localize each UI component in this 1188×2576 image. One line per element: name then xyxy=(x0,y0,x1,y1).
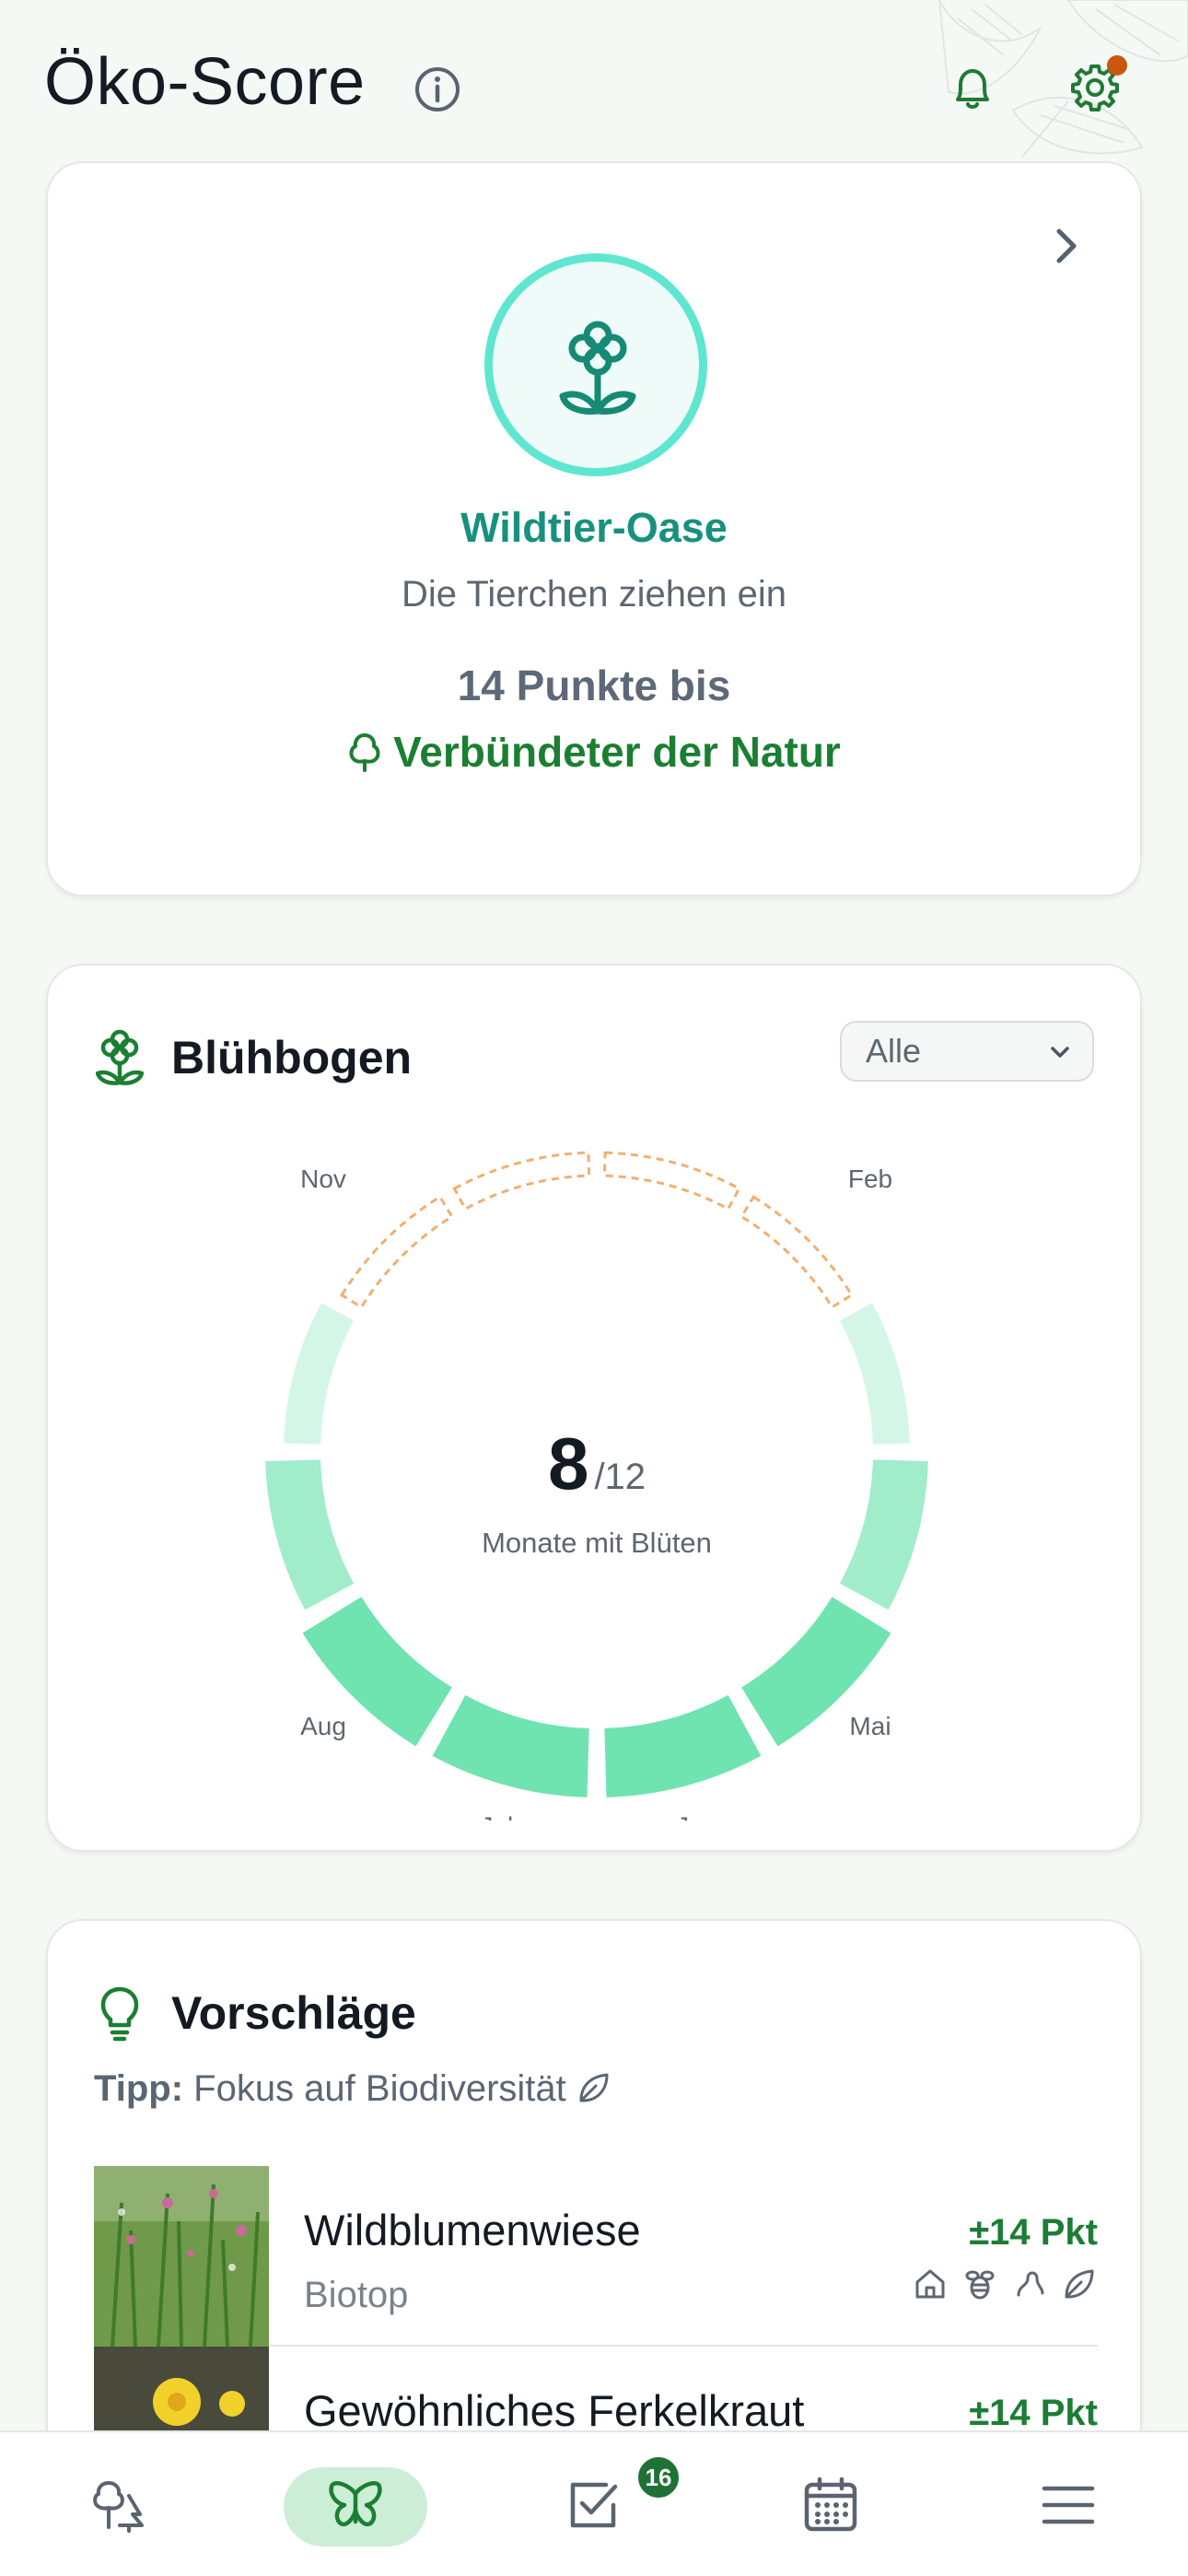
suggestion-name: Wildblumenwiese xyxy=(304,2206,641,2254)
bloom-segment-apr xyxy=(839,1459,928,1610)
flower-icon xyxy=(96,1029,144,1085)
bloom-month-label: Jul xyxy=(480,1812,513,1821)
nav-biodiversity[interactable] xyxy=(315,2465,396,2545)
bloom-filter-value: Alle xyxy=(866,1032,922,1070)
next-level-name: Verbündeter der Natur xyxy=(393,728,841,776)
flower-icon xyxy=(559,321,636,415)
bloom-segment-mär xyxy=(839,1303,910,1445)
suggestion-benefit-icons xyxy=(912,2266,1098,2302)
bloom-month-label: Feb xyxy=(848,1165,892,1193)
suggestions-header: Vorschläge xyxy=(96,1976,416,2050)
top-bar: Öko-Score xyxy=(0,0,1188,161)
level-description: Die Tierchen ziehen ein xyxy=(401,574,787,615)
nav-garden[interactable] xyxy=(77,2465,158,2545)
bloom-month-label: Jun xyxy=(676,1812,717,1821)
bloom-month-label: Nov xyxy=(300,1165,346,1193)
house-icon xyxy=(915,2269,945,2299)
bloom-filter-select[interactable]: Alle xyxy=(840,1021,1094,1082)
bloom-segment-sep xyxy=(265,1459,355,1610)
suggestion-points: ±14 Pkt xyxy=(969,2212,1098,2253)
chevron-down-icon xyxy=(1051,1047,1069,1058)
chevron-right-icon[interactable] xyxy=(1048,218,1085,274)
bloom-month-label: Aug xyxy=(300,1712,346,1740)
bloom-center-caption: Monate mit Blüten xyxy=(482,1527,712,1559)
bottom-navigation: 16 xyxy=(0,2430,1188,2576)
bloom-segment-jul xyxy=(432,1694,589,1797)
next-level: Verbündeter der Natur xyxy=(48,727,1140,777)
level-name: Wildtier-Oase xyxy=(460,504,728,551)
nav-tasks[interactable] xyxy=(553,2465,634,2545)
checkbox-icon xyxy=(570,2482,618,2528)
info-icon[interactable] xyxy=(413,64,462,114)
calendar-icon xyxy=(804,2476,857,2532)
nav-menu[interactable] xyxy=(1028,2465,1109,2545)
bloom-segment-nov xyxy=(340,1195,454,1309)
page-title: Öko-Score xyxy=(44,45,366,119)
bloom-segment-jun xyxy=(604,1694,762,1797)
level-badge xyxy=(484,253,707,476)
tree-icon xyxy=(349,733,380,772)
bloom-month-label: Mai xyxy=(849,1712,891,1740)
list-item[interactable]: Wildblumenwiese Biotop ±14 Pkt xyxy=(94,2166,1098,2347)
bloom-segment-dez xyxy=(452,1151,591,1212)
tip-text: Fokus auf Biodiversität xyxy=(193,2068,566,2109)
bee-icon xyxy=(965,2270,995,2300)
bell-icon[interactable] xyxy=(945,61,1000,116)
suggestion-type: Biotop xyxy=(304,2275,409,2315)
wildflower-meadow-thumbnail xyxy=(94,2166,269,2347)
eco-score-card[interactable]: Wildtier-Oase Die Tierchen ziehen ein 14… xyxy=(46,161,1142,896)
nav-calendar[interactable] xyxy=(790,2465,871,2545)
bloom-center-value: 8/12 xyxy=(548,1423,646,1505)
leaf-icon xyxy=(1065,2269,1094,2299)
suggestion-points: ±14 Pkt xyxy=(969,2393,1098,2433)
bloom-header: Blühbogen xyxy=(96,1021,412,1095)
points-to-next: 14 Punkte bis xyxy=(457,662,731,709)
butterfly-icon xyxy=(329,2481,382,2527)
tip-label: Tipp: xyxy=(94,2068,184,2109)
bloom-title: Blühbogen xyxy=(171,1032,413,1083)
trees-icon xyxy=(93,2481,144,2533)
suggestion-name: Gewöhnliches Ferkelkraut xyxy=(304,2386,805,2435)
bloom-chart: JanFebMärAprMaiJunJulAugSepOktNovDez 8/1… xyxy=(265,1151,928,1821)
suggestions-title: Vorschläge xyxy=(171,1987,416,2039)
notification-dot xyxy=(1107,55,1127,76)
suggestions-tip: Tipp: Fokus auf Biodiversität xyxy=(94,2068,612,2110)
bloom-segment-jan xyxy=(602,1151,741,1212)
bloom-segment-feb xyxy=(740,1195,854,1309)
leaf-icon xyxy=(579,2073,609,2102)
bloom-card: Blühbogen Alle JanFebMärAprMaiJunJulAugS… xyxy=(46,964,1142,1852)
menu-icon xyxy=(1042,2486,1095,2524)
bloom-segment-okt xyxy=(284,1303,355,1445)
lightbulb-icon xyxy=(100,1986,139,2042)
worm-icon xyxy=(1017,2271,1044,2297)
tasks-count-badge: 16 xyxy=(635,2454,681,2500)
